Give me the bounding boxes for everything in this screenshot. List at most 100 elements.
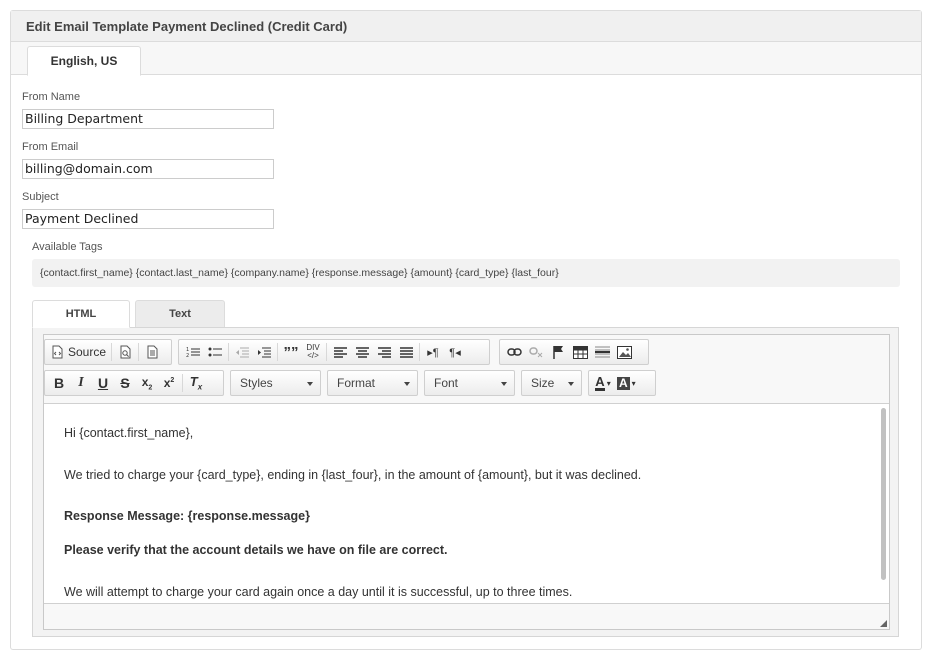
align-left-button[interactable] [329, 341, 351, 363]
superscript-icon: x2 [163, 376, 175, 390]
content-scrollbar[interactable] [881, 408, 886, 580]
format-dropdown[interactable]: Format [327, 370, 418, 396]
svg-text:2: 2 [186, 353, 189, 358]
numbered-list-button[interactable]: 12 [182, 341, 204, 363]
source-label: Source [68, 345, 107, 359]
bulleted-list-icon [208, 346, 222, 358]
subscript-button[interactable]: x2 [136, 372, 158, 394]
toolbar-separator [326, 343, 327, 361]
underline-button[interactable]: U [92, 372, 114, 394]
underline-icon: U [97, 375, 109, 391]
rtl-icon: ¶◂ [449, 346, 461, 359]
link-icon [506, 347, 522, 357]
subject-input[interactable]: Payment Declined [22, 209, 274, 229]
image-button[interactable] [613, 341, 635, 363]
toolbar-separator [277, 343, 278, 361]
preview-icon [119, 345, 132, 359]
unlink-button[interactable] [525, 341, 547, 363]
toolbar-separator [419, 343, 420, 361]
toolbar-group-colors: A ▾ A ▾ [588, 370, 656, 396]
content-line-response-message: Response Message: {response.message} [64, 509, 310, 523]
bold-button[interactable]: B [48, 372, 70, 394]
outdent-button[interactable] [231, 341, 253, 363]
editor-content-area[interactable]: Hi {contact.first_name}, We tried to cha… [44, 403, 889, 604]
chevron-down-icon [307, 382, 313, 386]
indent-button[interactable] [253, 341, 275, 363]
chevron-down-icon [501, 382, 507, 386]
italic-icon: I [78, 375, 84, 390]
preview-button[interactable] [114, 341, 136, 363]
table-button[interactable] [569, 341, 591, 363]
blockquote-button[interactable]: ”” [280, 341, 302, 363]
anchor-button[interactable] [547, 341, 569, 363]
tab-english-us[interactable]: English, US [27, 46, 141, 76]
font-label: Font [434, 376, 459, 390]
language-tabs: English, US [11, 42, 921, 76]
div-button[interactable]: DIV </> [302, 341, 324, 363]
ltr-icon: ▸¶ [427, 346, 439, 359]
templates-button[interactable] [141, 341, 163, 363]
toolbar-group-basicstyles: B I U S x2 x2 Tx [44, 370, 224, 396]
toolbar-separator [111, 343, 113, 361]
tab-html[interactable]: HTML [32, 300, 130, 328]
bulleted-list-button[interactable] [204, 341, 226, 363]
blockquote-icon: ”” [283, 343, 299, 361]
align-left-icon [333, 346, 347, 358]
from-name-label: From Name [22, 91, 81, 103]
size-dropdown[interactable]: Size [521, 370, 582, 396]
toolbar-separator [228, 343, 229, 361]
image-icon [616, 345, 632, 359]
bold-icon: B [53, 375, 65, 391]
chevron-down-icon [568, 382, 574, 386]
italic-button[interactable]: I [70, 372, 92, 394]
align-center-button[interactable] [351, 341, 373, 363]
toolbar-group-paragraph: 12 ”” DIV </> ▸¶ ¶◂ [178, 339, 490, 365]
format-label: Format [337, 376, 376, 390]
content-line-retry: We will attempt to charge your card agai… [64, 585, 573, 599]
resize-handle-icon[interactable] [880, 620, 887, 627]
from-email-label: From Email [22, 141, 79, 153]
font-dropdown[interactable]: Font [424, 370, 515, 396]
justify-button[interactable] [395, 341, 417, 363]
content-line-verify: Please verify that the account details w… [64, 543, 448, 557]
editor-frame: Source 12 ”” DIV </> ▸¶ ¶◂ B I U S x2 x2… [32, 327, 899, 637]
table-icon [572, 345, 588, 359]
link-button[interactable] [503, 341, 525, 363]
remove-format-icon: Tx [189, 374, 203, 392]
horizontal-rule-icon [594, 346, 610, 358]
align-right-icon [377, 346, 391, 358]
tab-text[interactable]: Text [135, 300, 225, 328]
toolbar-separator [138, 343, 140, 361]
templates-icon [146, 345, 159, 359]
strikethrough-button[interactable]: S [114, 372, 136, 394]
toolbar-group-insert [499, 339, 649, 365]
source-icon [51, 345, 64, 359]
available-tags-label: Available Tags [32, 241, 103, 253]
horizontal-rule-button[interactable] [591, 341, 613, 363]
from-name-input[interactable]: Billing Department [22, 109, 274, 129]
chevron-down-icon: ▾ [631, 378, 636, 388]
div-icon: DIV </> [306, 343, 320, 360]
chevron-down-icon: ▾ [606, 378, 611, 388]
size-label: Size [531, 376, 555, 390]
justify-icon [399, 346, 413, 358]
background-color-icon: A [617, 375, 630, 390]
rtl-button[interactable]: ¶◂ [444, 341, 466, 363]
chevron-down-icon [404, 382, 410, 386]
toolbar-separator [182, 374, 183, 392]
superscript-button[interactable]: x2 [158, 372, 180, 394]
outdent-icon [235, 346, 249, 358]
source-button[interactable]: Source [48, 341, 109, 363]
ltr-button[interactable]: ▸¶ [422, 341, 444, 363]
styles-dropdown[interactable]: Styles [230, 370, 321, 396]
remove-format-button[interactable]: Tx [185, 372, 207, 394]
text-color-button[interactable]: A ▾ [592, 372, 614, 394]
subject-label: Subject [22, 191, 59, 203]
subscript-icon: x2 [141, 374, 153, 392]
rich-text-editor: Source 12 ”” DIV </> ▸¶ ¶◂ B I U S x2 x2… [43, 334, 890, 630]
background-color-button[interactable]: A ▾ [614, 372, 639, 394]
from-email-input[interactable]: billing@domain.com [22, 159, 274, 179]
numbered-list-icon: 12 [186, 346, 200, 358]
strikethrough-icon: S [120, 375, 130, 391]
align-right-button[interactable] [373, 341, 395, 363]
